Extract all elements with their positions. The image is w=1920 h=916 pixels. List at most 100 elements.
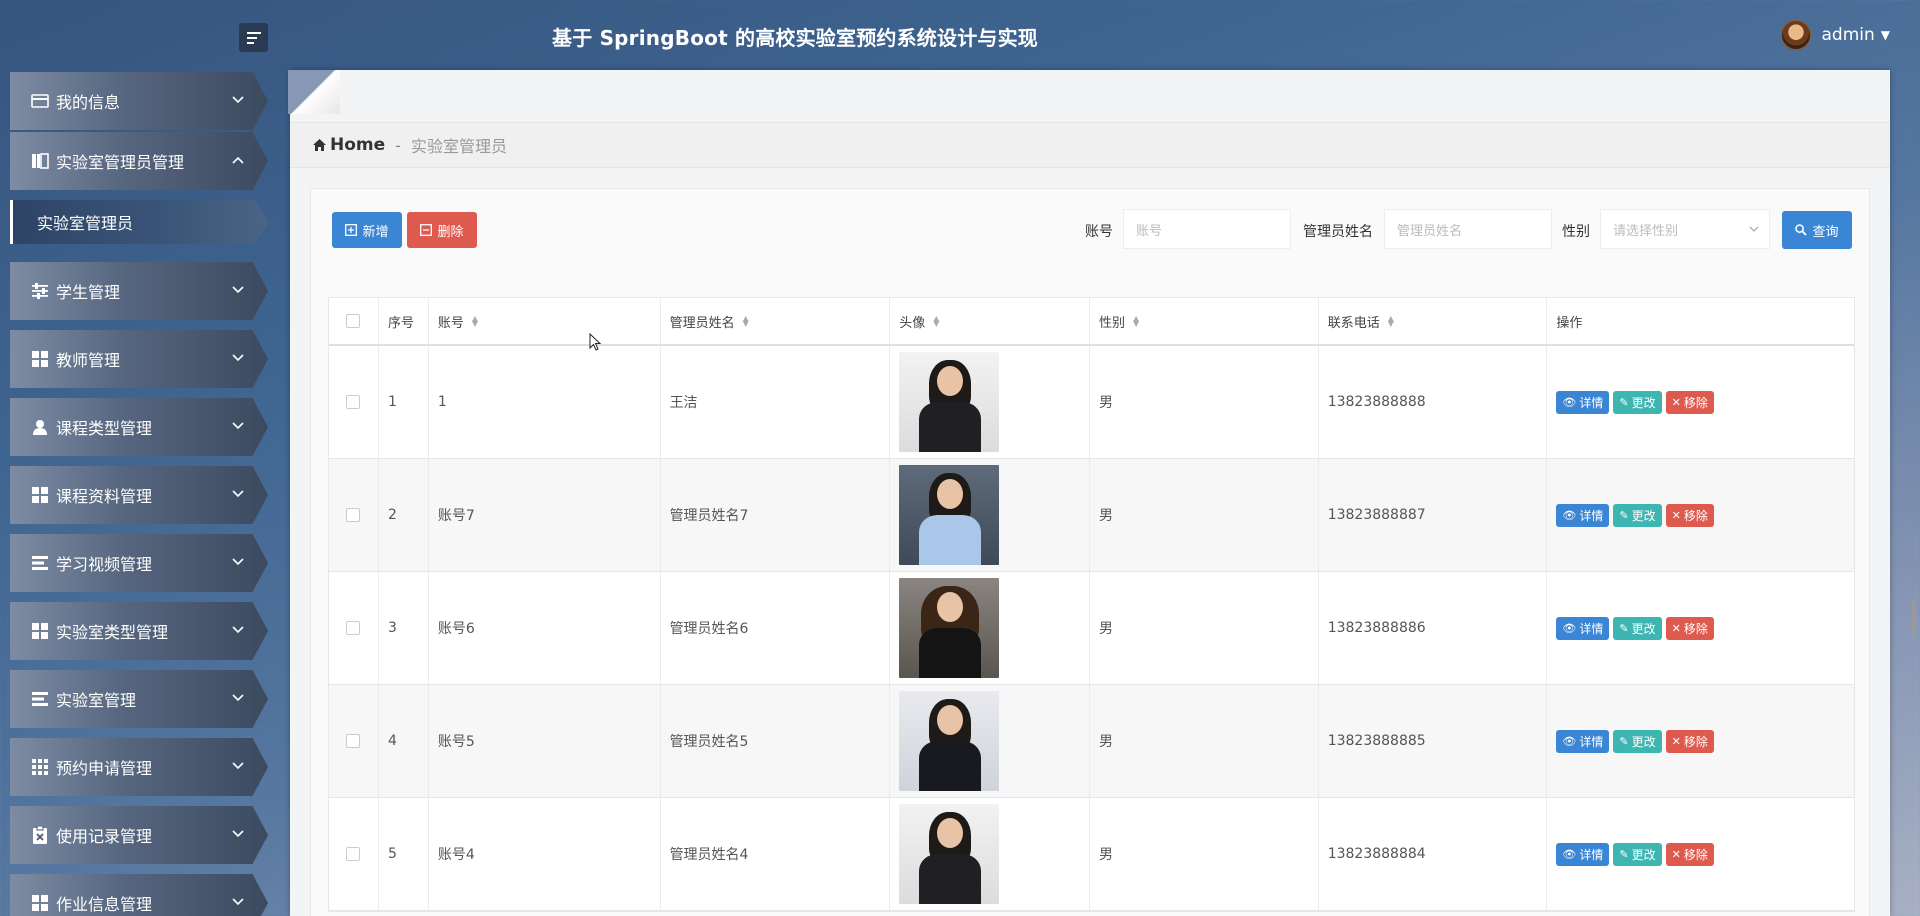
add-button[interactable]: 新增	[332, 212, 402, 248]
menu-toggle-button[interactable]	[239, 23, 268, 52]
sidebar-item-label: 作业信息管理	[56, 895, 153, 914]
edit-icon: ✎	[1619, 621, 1629, 635]
cell-index: 5	[379, 798, 429, 910]
remove-button[interactable]: ✕ 移除	[1665, 616, 1714, 640]
detail-button[interactable]: 👁 详情	[1556, 390, 1610, 414]
account-filter-label: 账号	[1085, 224, 1113, 240]
sidebar: 我的信息 实验室管理员管理 实验室管理员 学生管理 教师管理 课程类型管理 课程…	[0, 70, 290, 916]
sidebar-item-course-materials[interactable]: 课程资料管理	[10, 466, 268, 524]
search-button-label: 查询	[1812, 224, 1839, 240]
list-icon	[30, 689, 50, 709]
remove-button[interactable]: ✕ 移除	[1665, 503, 1714, 527]
toolbar: 新增 删除 账号 账号 管理员姓名 管理员姓名 性别 请选择性别 查询	[311, 189, 1871, 271]
sidebar-item-usage-records[interactable]: 使用记录管理	[10, 806, 268, 864]
sidebar-item-label: 使用记录管理	[56, 827, 153, 846]
avatar-photo[interactable]	[899, 691, 1000, 791]
eye-icon: 👁	[1562, 847, 1577, 861]
delete-button[interactable]: 删除	[407, 212, 477, 248]
sidebar-item-my-info[interactable]: 我的信息	[10, 72, 268, 130]
remove-label: 移除	[1683, 734, 1708, 749]
remove-label: 移除	[1683, 508, 1708, 523]
header-account[interactable]: 账号 ▲ ▼	[429, 298, 661, 344]
account-filter-input[interactable]: 账号	[1123, 209, 1291, 249]
user-menu[interactable]: admin ▼	[1781, 20, 1890, 50]
sidebar-item-students[interactable]: 学生管理	[10, 262, 268, 320]
header-phone[interactable]: 联系电话 ▲ ▼	[1319, 298, 1548, 344]
avatar	[1781, 20, 1812, 50]
gender-filter-select[interactable]: 请选择性别	[1600, 209, 1770, 249]
grid-icon	[30, 485, 50, 505]
cell-avatar	[890, 798, 1090, 910]
photo-body	[919, 628, 982, 678]
detail-label: 详情	[1579, 847, 1604, 862]
photo-body	[919, 854, 982, 904]
detail-button[interactable]: 👁 详情	[1556, 842, 1610, 866]
edit-button[interactable]: ✎ 更改	[1613, 842, 1662, 866]
detail-button[interactable]: 👁 详情	[1556, 616, 1610, 640]
mouse-cursor-icon	[589, 333, 601, 351]
row-checkbox[interactable]	[346, 734, 361, 748]
sort-icon: ▲ ▼	[1387, 314, 1394, 328]
sidebar-item-lab-admin[interactable]: 实验室管理员管理	[10, 132, 268, 190]
breadcrumb-home[interactable]: Home	[312, 135, 385, 155]
sidebar-item-label: 预约申请管理	[56, 759, 153, 778]
header-avatar[interactable]: 头像 ▲ ▼	[890, 298, 1090, 344]
avatar-photo[interactable]	[899, 804, 1000, 904]
delete-button-label: 删除	[437, 224, 464, 240]
data-table: 序号 账号 ▲ ▼ 管理员姓名 ▲ ▼ 头像 ▲ ▼ 性别 ▲ ▼ 联系电话 ▲ ▼ 操作 1 1 …	[328, 297, 1855, 912]
chevron-down-icon	[232, 486, 244, 502]
edit-button[interactable]: ✎ 更改	[1613, 503, 1662, 527]
row-checkbox[interactable]	[346, 847, 361, 861]
edit-button[interactable]: ✎ 更改	[1613, 390, 1662, 414]
cell-name: 王洁	[661, 346, 891, 458]
search-button[interactable]: 查询	[1782, 211, 1852, 249]
header-gender[interactable]: 性别 ▲ ▼	[1090, 298, 1319, 344]
edit-icon: ✎	[1619, 734, 1629, 748]
header-name[interactable]: 管理员姓名 ▲ ▼	[661, 298, 891, 344]
row-checkbox-cell	[329, 346, 379, 458]
scrollbar[interactable]	[1912, 600, 1916, 634]
remove-button[interactable]: ✕ 移除	[1665, 390, 1714, 414]
chevron-down-icon	[232, 418, 244, 434]
avatar-photo[interactable]	[899, 352, 1000, 452]
detail-button[interactable]: 👁 详情	[1556, 503, 1610, 527]
avatar-photo[interactable]	[899, 578, 1000, 678]
app-title: 基于 SpringBoot 的高校实验室预约系统设计与实现	[552, 26, 1039, 50]
name-filter-input[interactable]: 管理员姓名	[1384, 209, 1552, 249]
eye-icon: 👁	[1562, 734, 1577, 748]
eye-icon: 👁	[1562, 621, 1577, 635]
cell-phone: 13823888887	[1319, 459, 1548, 571]
edit-button[interactable]: ✎ 更改	[1613, 616, 1662, 640]
cell-avatar	[890, 572, 1090, 684]
row-checkbox[interactable]	[346, 508, 361, 522]
edit-button[interactable]: ✎ 更改	[1613, 729, 1662, 753]
eye-icon: 👁	[1562, 395, 1577, 409]
detail-button[interactable]: 👁 详情	[1556, 729, 1610, 753]
remove-label: 移除	[1683, 621, 1708, 636]
sidebar-item-labs[interactable]: 实验室管理	[10, 670, 268, 728]
sidebar-item-teachers[interactable]: 教师管理	[10, 330, 268, 388]
sidebar-item-study-videos[interactable]: 学习视频管理	[10, 534, 268, 592]
close-icon: ✕	[1671, 847, 1681, 861]
sidebar-subitem-label: 实验室管理员	[37, 214, 134, 233]
table-row: 1 1 王洁 男 13823888888 👁 详情 ✎ 更改 ✕ 移除	[329, 346, 1854, 459]
sort-icon: ▲ ▼	[471, 314, 479, 328]
gender-filter-placeholder: 请选择性别	[1613, 223, 1679, 239]
avatar-photo[interactable]	[899, 465, 1000, 565]
remove-button[interactable]: ✕ 移除	[1665, 842, 1714, 866]
header-label: 序号	[387, 315, 414, 331]
cell-actions: 👁 详情 ✎ 更改 ✕ 移除	[1547, 798, 1854, 910]
row-checkbox[interactable]	[346, 621, 361, 635]
photo-body	[919, 741, 982, 791]
sidebar-item-reservations[interactable]: 预约申请管理	[10, 738, 268, 796]
sidebar-item-assignments[interactable]: 作业信息管理	[10, 874, 268, 916]
sidebar-item-lab-types[interactable]: 实验室类型管理	[10, 602, 268, 660]
remove-button[interactable]: ✕ 移除	[1665, 729, 1714, 753]
sidebar-item-course-types[interactable]: 课程类型管理	[10, 398, 268, 456]
caret-down-icon: ▼	[1880, 28, 1890, 42]
content-card: 新增 删除 账号 账号 管理员姓名 管理员姓名 性别 请选择性别 查询 序号 账…	[310, 188, 1870, 916]
row-checkbox[interactable]	[346, 395, 361, 409]
select-all-checkbox[interactable]	[346, 314, 361, 328]
sidebar-subitem-lab-admin[interactable]: 实验室管理员	[10, 200, 268, 244]
cell-index: 2	[379, 459, 429, 571]
